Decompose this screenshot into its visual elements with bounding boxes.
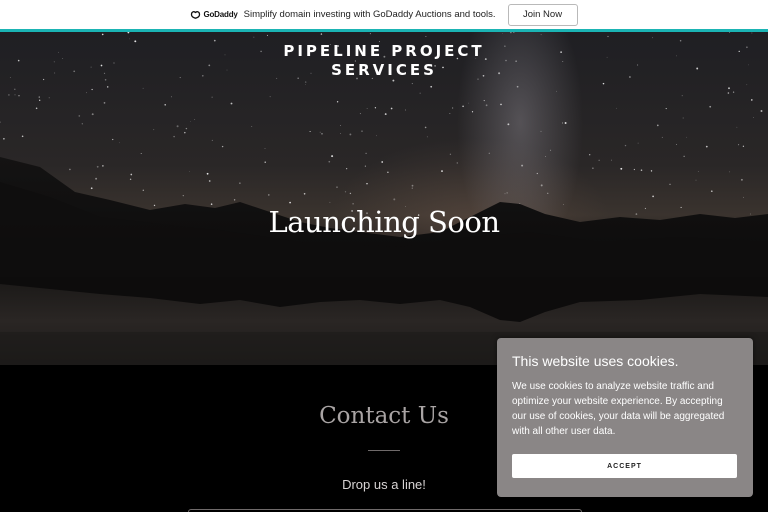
godaddy-logo-text: GoDaddy — [203, 10, 238, 19]
promo-bar: GoDaddy Simplify domain investing with G… — [0, 0, 768, 32]
accept-cookies-button[interactable]: ACCEPT — [512, 454, 737, 478]
join-now-button[interactable]: Join Now — [507, 3, 578, 26]
page: GoDaddy Simplify domain investing with G… — [0, 0, 768, 512]
godaddy-logo-icon — [191, 11, 201, 19]
brand-line-1: PIPELINE PROJECT — [283, 42, 485, 60]
cookie-banner: This website uses cookies. We use cookie… — [497, 338, 753, 497]
hero-background-image — [0, 32, 768, 365]
cookie-body: We use cookies to analyze website traffi… — [512, 381, 725, 437]
site-brand[interactable]: PIPELINE PROJECT SERVICES — [0, 42, 768, 80]
contact-divider — [368, 450, 400, 451]
cookie-title: This website uses cookies. — [512, 353, 679, 369]
promo-content: GoDaddy Simplify domain investing with G… — [190, 3, 578, 26]
brand-line-2: SERVICES — [331, 61, 437, 79]
promo-message: Simplify domain investing with GoDaddy A… — [243, 9, 496, 20]
hero-headline: Launching Soon — [268, 205, 500, 239]
hero-section: PIPELINE PROJECT SERVICES Launching Soon — [0, 32, 768, 365]
godaddy-logo[interactable]: GoDaddy — [190, 10, 238, 19]
